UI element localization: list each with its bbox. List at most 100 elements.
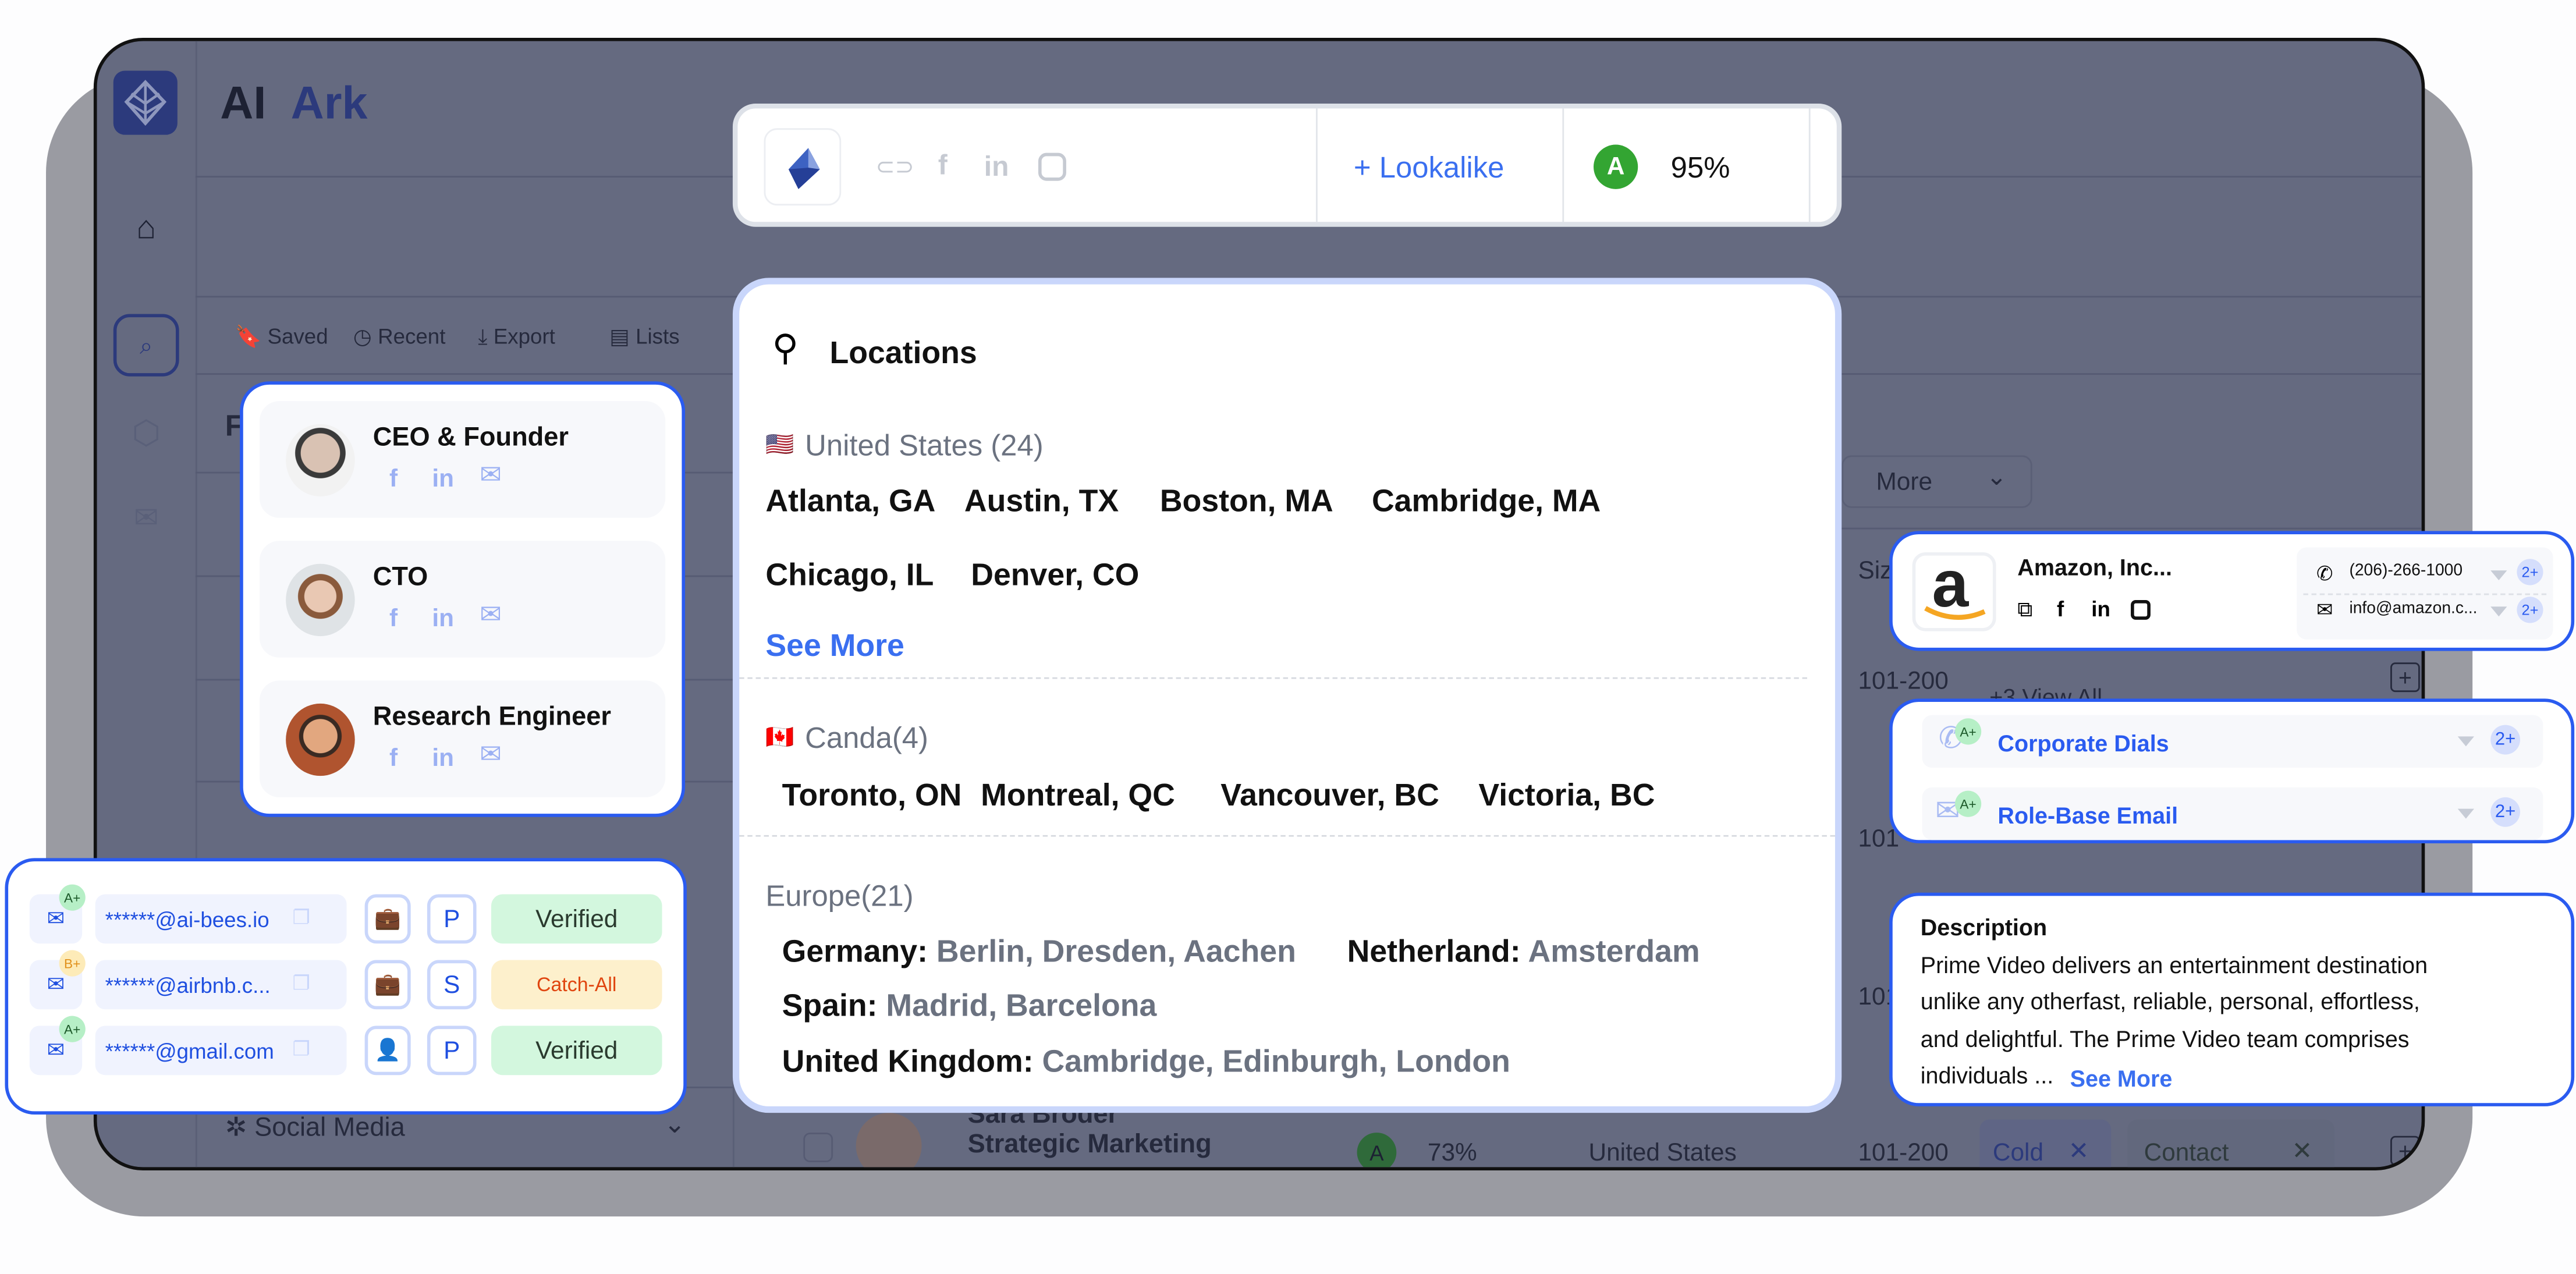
phone-icon: ✆ xyxy=(2316,562,2333,585)
type-letter-button[interactable]: P xyxy=(427,894,477,944)
email-field[interactable]: ******@gmail.com ❐ xyxy=(95,1025,347,1076)
count-badge: 2+ xyxy=(2490,725,2521,755)
dial-label: Corporate Dials xyxy=(1997,730,2169,757)
remove-tag-icon[interactable]: ✕ xyxy=(2068,1139,2089,1163)
count-badge: 2+ xyxy=(2517,559,2543,585)
instagram-icon[interactable] xyxy=(1038,152,1066,181)
dropdown-icon[interactable] xyxy=(2457,736,2474,747)
linkedin-icon[interactable]: in xyxy=(432,606,454,631)
role-email-row[interactable]: ✉ A+ Role-Base Email 2+ xyxy=(1922,787,2543,840)
see-more-link[interactable]: See More xyxy=(765,631,904,663)
city: Vancouver, BC xyxy=(1220,779,1439,814)
cold-label: Cold xyxy=(1992,1139,2044,1167)
add-icon[interactable]: + xyxy=(2390,1135,2420,1166)
grade-badge: A+ xyxy=(59,884,86,911)
person-item[interactable]: CTO f in ✉ xyxy=(259,541,666,658)
copy-icon[interactable]: ❐ xyxy=(292,973,310,993)
dropdown-icon[interactable] xyxy=(2490,570,2507,581)
type-letter: S xyxy=(443,970,460,999)
count-label: 2+ xyxy=(2495,730,2516,750)
grade-badge: A xyxy=(1357,1133,1397,1167)
facebook-icon[interactable]: f xyxy=(389,606,398,631)
facebook-icon[interactable]: f xyxy=(389,746,398,771)
email-row: ✉ A+ ******@ai-bees.io ❐ 💼 P Verified xyxy=(8,884,683,944)
email-field[interactable]: ******@ai-bees.io ❐ xyxy=(95,894,347,944)
export-tab[interactable]: ⤓ Export xyxy=(478,325,555,347)
grade-label: A xyxy=(1369,1140,1384,1165)
linkedin-icon[interactable]: in xyxy=(2091,598,2110,620)
recent-label: Recent xyxy=(378,324,446,349)
facebook-icon[interactable]: f xyxy=(389,467,398,491)
person-item[interactable]: CEO & Founder f in ✉ xyxy=(259,401,666,518)
linkedin-icon[interactable]: in xyxy=(432,746,454,771)
social-media-label: Social Media xyxy=(254,1115,405,1143)
copy-icon[interactable]: ❐ xyxy=(292,907,310,927)
dropdown-icon[interactable] xyxy=(2490,606,2507,617)
count-label: 2+ xyxy=(2521,563,2539,581)
location-pin-icon: ⚲ xyxy=(772,327,799,368)
briefcase-icon[interactable]: 💼 xyxy=(364,894,411,944)
instagram-icon[interactable] xyxy=(2131,599,2151,620)
corporate-dials-row[interactable]: ✆ A+ Corporate Dials 2+ xyxy=(1922,715,2543,768)
city: Montreal, QC xyxy=(981,779,1175,814)
facebook-icon[interactable]: f xyxy=(938,151,948,179)
person-item[interactable]: Research Engineer f in ✉ xyxy=(259,680,666,797)
saved-tab[interactable]: 🔖 Saved xyxy=(235,325,328,347)
avatar xyxy=(286,563,355,637)
home-icon[interactable]: ⌂ xyxy=(123,205,169,251)
brand-ark: Ark xyxy=(290,77,368,129)
email-field[interactable]: ******@airbnb.c... ❐ xyxy=(95,960,347,1010)
grade-label: A+ xyxy=(64,1021,81,1037)
type-letter-button[interactable]: P xyxy=(427,1025,477,1076)
link-icon[interactable]: ⊂⊃ xyxy=(875,155,914,178)
country-cities: Berlin, Dresden, Aachen xyxy=(936,935,1296,970)
contact-tag-label: Contact xyxy=(2144,1139,2229,1167)
hexagon-icon[interactable]: ⬡ xyxy=(123,409,169,455)
size-column-header: Siz xyxy=(1858,557,1893,585)
country-name: Spain: xyxy=(782,989,878,1024)
dropdown-icon[interactable] xyxy=(2457,808,2474,819)
email-address[interactable]: info@amazon.c... xyxy=(2349,601,2477,618)
country-cities: Amsterdam xyxy=(1528,935,1700,970)
copy-icon[interactable]: ❐ xyxy=(292,1039,310,1059)
add-icon[interactable]: + xyxy=(2390,662,2420,693)
match-score: 95% xyxy=(1670,151,1730,184)
status-badge: Catch-All xyxy=(491,960,662,1010)
locations-card: ⚲ Locations 🇺🇸 United States (24) Atlant… xyxy=(732,278,1842,1113)
lookalike-button[interactable]: + Lookalike xyxy=(1354,153,1504,183)
country-cities: Cambridge, Edinburgh, London xyxy=(1042,1045,1510,1080)
type-letter-button[interactable]: S xyxy=(427,960,477,1010)
person-icon[interactable]: 👤 xyxy=(364,1025,411,1076)
linkedin-icon[interactable]: in xyxy=(432,467,454,491)
email-icon[interactable]: ✉ xyxy=(480,742,502,769)
country-row: United Kingdom: Cambridge, Edinburgh, Lo… xyxy=(782,1047,1510,1078)
company-name: Amazon, Inc... xyxy=(2017,553,2172,581)
people-search-icon[interactable]: ⌕ xyxy=(113,314,179,377)
row-country: United States xyxy=(1588,1139,1737,1167)
row-checkbox[interactable] xyxy=(803,1133,833,1162)
see-more-link[interactable]: See More xyxy=(2070,1067,2173,1090)
city: Cambridge, MA xyxy=(1371,485,1601,520)
facebook-icon[interactable]: f xyxy=(2057,598,2064,620)
phone-number[interactable]: (206)-266-1000 xyxy=(2349,563,2463,580)
city: Atlanta, GA xyxy=(765,485,936,520)
briefcase-icon[interactable]: 💼 xyxy=(364,960,411,1010)
lists-tab[interactable]: ▤ Lists xyxy=(609,325,679,347)
locations-title: Locations xyxy=(829,337,977,372)
description-line: unlike any otherfast, reliable, personal… xyxy=(1920,988,2420,1014)
email-icon[interactable]: ✉ xyxy=(480,602,502,630)
send-icon[interactable]: ✉ xyxy=(123,495,169,541)
remove-tag-icon[interactable]: ✕ xyxy=(2292,1139,2313,1163)
mail-icon: ✉ xyxy=(2316,598,2333,622)
email-icon[interactable]: ✉ xyxy=(480,463,502,490)
chevron-down-icon[interactable]: ⌄ xyxy=(663,1112,686,1139)
filter-social-media[interactable]: ✲ Social Media xyxy=(225,1115,405,1143)
status-label: Verified xyxy=(535,1036,618,1064)
amazon-card: a Amazon, Inc... ⧉ f in ✆ (206)-266-1000… xyxy=(1889,531,2575,651)
recent-tab[interactable]: ◷ Recent xyxy=(353,325,446,347)
canada-heading: Canda(4) xyxy=(805,721,928,755)
linkedin-icon[interactable]: in xyxy=(984,153,1009,181)
country-row: Netherland: Amsterdam xyxy=(1347,937,1700,968)
external-link-icon[interactable]: ⧉ xyxy=(2017,598,2032,620)
row-size: 101-200 xyxy=(1858,667,1949,695)
